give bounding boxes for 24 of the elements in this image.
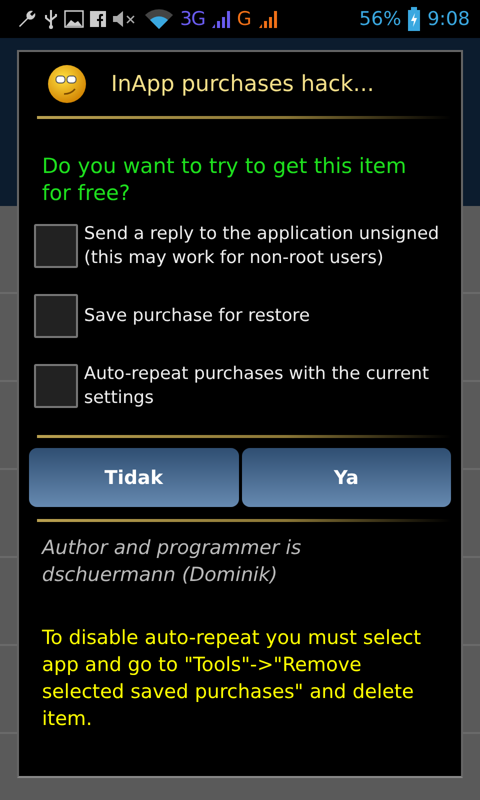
- smiley-icon: [47, 64, 87, 104]
- wifi-icon: [144, 8, 174, 30]
- signal-icon: [258, 9, 278, 29]
- option-label: Send a reply to the application unsigned (this may work for non-root users): [84, 223, 440, 270]
- image-icon: [64, 10, 84, 28]
- clock: 9:08: [427, 8, 470, 30]
- network-type: G: [236, 8, 252, 30]
- dialog-button[interactable]: Ya: [242, 448, 451, 507]
- dialog-button[interactable]: Tidak: [29, 448, 238, 507]
- network-type: 3G: [180, 8, 205, 30]
- checkbox[interactable]: [34, 224, 78, 268]
- checkbox[interactable]: [34, 364, 78, 408]
- signal-icon: [210, 9, 231, 29]
- usb-icon: [44, 8, 58, 30]
- note-text: To disable auto-repeat you must select app and go to "Tools"->"Remove selected saved purchases" and delete item.: [41, 625, 422, 732]
- dialog-title: InApp purchases hack...: [111, 72, 374, 96]
- square-f-icon: [90, 11, 106, 27]
- option-label: Auto-repeat purchases with the current settings: [84, 363, 430, 410]
- author-text: Author and programmer is dschuermann (Dominik): [40, 535, 302, 588]
- question-text: Do you want to try to get this item for free?: [41, 153, 408, 207]
- option-label: Save purchase for restore: [84, 305, 310, 328]
- checkbox[interactable]: [34, 294, 78, 338]
- battery-percent: 56%: [359, 8, 402, 30]
- battery-icon: [407, 7, 422, 31]
